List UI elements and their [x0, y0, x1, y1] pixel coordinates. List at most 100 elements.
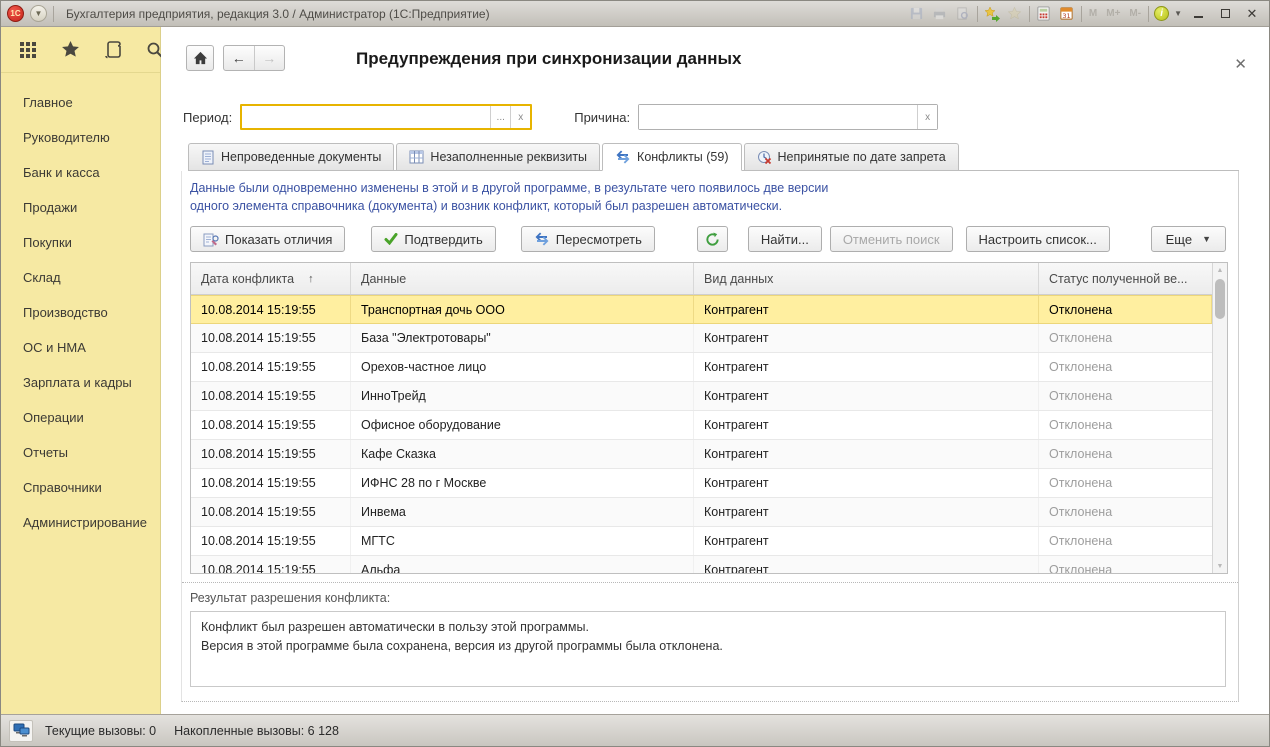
button-label: Найти... — [761, 232, 809, 247]
cell-status: Отклонена — [1039, 440, 1212, 468]
more-button[interactable]: Еще ▼ — [1151, 226, 1226, 252]
table-row[interactable]: 10.08.2014 15:19:55Офисное оборудованиеК… — [191, 411, 1212, 440]
sidebar-item-pokupki[interactable]: Покупки — [1, 225, 160, 260]
system-menu-button[interactable]: ▼ — [30, 5, 47, 22]
go-to-favorites-icon[interactable] — [983, 5, 1001, 23]
window-title: Бухгалтерия предприятия, редакция 3.0 / … — [66, 7, 490, 21]
tab-konflikty[interactable]: Конфликты (59) — [602, 143, 741, 171]
maximize-button[interactable] — [1214, 5, 1236, 23]
review-button[interactable]: Пересмотреть — [521, 226, 655, 252]
form-close-icon[interactable]: ✕ — [1234, 55, 1247, 73]
calculator-icon[interactable] — [1035, 5, 1053, 23]
table-row[interactable]: 10.08.2014 15:19:55Транспортная дочь ООО… — [191, 295, 1212, 324]
sidebar: ГлавноеРуководителюБанк и кассаПродажиПо… — [1, 27, 161, 714]
home-button[interactable] — [186, 45, 214, 71]
table-row[interactable]: 10.08.2014 15:19:55Орехов-частное лицоКо… — [191, 353, 1212, 382]
table-scrollbar[interactable]: ▲ ▼ — [1212, 263, 1227, 573]
sidebar-item-otchety[interactable]: Отчеты — [1, 435, 160, 470]
content-area: ← → Предупреждения при синхронизации дан… — [161, 27, 1269, 714]
sidebar-item-glavnoe[interactable]: Главное — [1, 85, 160, 120]
conflicts-panel: Данные были одновременно изменены в этой… — [181, 171, 1239, 702]
column-header-status[interactable]: Статус полученной ве... — [1039, 263, 1212, 294]
button-label: Еще — [1166, 232, 1192, 247]
scroll-down-icon[interactable]: ▼ — [1213, 559, 1227, 573]
sidebar-item-zarplata-i-kadry[interactable]: Зарплата и кадры — [1, 365, 160, 400]
print-preview-icon — [954, 5, 972, 23]
tab-label: Конфликты (59) — [637, 150, 728, 164]
confirm-button[interactable]: Подтвердить — [371, 226, 495, 252]
conflict-icon — [615, 150, 631, 164]
menu-grid-icon[interactable] — [19, 40, 37, 60]
sidebar-item-prodazhi[interactable]: Продажи — [1, 190, 160, 225]
button-label: Отменить поиск — [843, 232, 940, 247]
1c-logo-icon: 1С — [7, 5, 24, 22]
back-button[interactable]: ← — [224, 46, 255, 70]
diff-icon — [203, 232, 219, 247]
current-calls-text: Текущие вызовы: 0 — [45, 724, 156, 738]
cell-date: 10.08.2014 15:19:55 — [191, 440, 351, 468]
table-row[interactable]: 10.08.2014 15:19:55МГТСКонтрагентОтклоне… — [191, 527, 1212, 556]
favorites-star-icon[interactable] — [61, 40, 80, 60]
period-picker-button[interactable]: ... — [490, 106, 510, 128]
cell-kind: Контрагент — [694, 440, 1039, 468]
show-differences-button[interactable]: Показать отличия — [190, 226, 345, 252]
accumulated-calls-text: Накопленные вызовы: 6 128 — [174, 724, 339, 738]
history-icon[interactable] — [104, 40, 122, 60]
scroll-up-icon[interactable]: ▲ — [1213, 263, 1227, 277]
tab-neprovedennye-dokumenty[interactable]: Непроведенные документы — [188, 143, 394, 170]
table-row[interactable]: 10.08.2014 15:19:55База "Электротовары"К… — [191, 324, 1212, 353]
reason-clear-button[interactable]: x — [917, 105, 937, 129]
splitter[interactable] — [182, 582, 1238, 583]
result-text-box: Конфликт был разрешен автоматически в по… — [190, 611, 1226, 687]
memory-plus-button: M+ — [1104, 5, 1122, 23]
table-header: Дата конфликта ↑ Данные Вид данных Стату… — [191, 263, 1212, 295]
sidebar-item-sklad[interactable]: Склад — [1, 260, 160, 295]
sidebar-item-rukovoditelyu[interactable]: Руководителю — [1, 120, 160, 155]
tab-neprinyatye-po-date-zapreta[interactable]: Непринятые по дате запрета — [744, 143, 959, 170]
tab-nezapolnennye-rekvizity[interactable]: Незаполненные реквизиты — [396, 143, 600, 170]
refresh-button[interactable] — [697, 226, 728, 252]
table-row[interactable]: 10.08.2014 15:19:55ИФНС 28 по г МосквеКо… — [191, 469, 1212, 498]
table-row[interactable]: 10.08.2014 15:19:55Кафе СказкаКонтрагент… — [191, 440, 1212, 469]
scrollbar-thumb[interactable] — [1215, 279, 1225, 319]
conflicts-table: Дата конфликта ↑ Данные Вид данных Стату… — [190, 262, 1228, 574]
sidebar-item-spravochniki[interactable]: Справочники — [1, 470, 160, 505]
table-row[interactable]: 10.08.2014 15:19:55ИнвемаКонтрагентОткло… — [191, 498, 1212, 527]
find-button[interactable]: Найти... — [748, 226, 822, 252]
minimize-button[interactable] — [1187, 5, 1209, 23]
memory-recall-button: M — [1087, 5, 1099, 23]
cancel-search-button: Отменить поиск — [830, 226, 953, 252]
reason-input[interactable] — [639, 105, 917, 129]
conflict-table-body: 10.08.2014 15:19:55Транспортная дочь ООО… — [191, 295, 1212, 574]
cell-kind: Контрагент — [694, 411, 1039, 439]
close-window-button[interactable]: ✕ — [1241, 5, 1263, 23]
column-header-date[interactable]: Дата конфликта ↑ — [191, 263, 351, 294]
period-clear-button[interactable]: x — [510, 106, 530, 128]
check-icon — [384, 233, 398, 245]
period-field-wrapper: ... x — [240, 104, 532, 130]
svg-text:31: 31 — [1063, 12, 1071, 20]
cell-date: 10.08.2014 15:19:55 — [191, 527, 351, 555]
column-header-data[interactable]: Данные — [351, 263, 694, 294]
titlebar-separator — [977, 6, 978, 22]
chevron-down-icon: ▼ — [1202, 234, 1211, 244]
configure-list-button[interactable]: Настроить список... — [966, 226, 1110, 252]
info-dropdown-icon[interactable]: ▼ — [1174, 9, 1182, 18]
cell-kind: Контрагент — [694, 469, 1039, 497]
period-input[interactable] — [242, 106, 490, 128]
info-icon[interactable]: i — [1154, 6, 1169, 21]
calendar-icon[interactable]: 31 — [1058, 5, 1076, 23]
button-label: Подтвердить — [404, 232, 482, 247]
column-header-kind[interactable]: Вид данных — [694, 263, 1039, 294]
sidebar-item-administrirovanie[interactable]: Администрирование — [1, 505, 160, 540]
cell-date: 10.08.2014 15:19:55 — [191, 498, 351, 526]
sidebar-item-os-i-nma[interactable]: ОС и НМА — [1, 330, 160, 365]
sidebar-item-proizvodstvo[interactable]: Производство — [1, 295, 160, 330]
cell-data: Офисное оборудование — [351, 411, 694, 439]
filter-row: Период: ... x Причина: x — [183, 104, 938, 130]
table-row[interactable]: 10.08.2014 15:19:55ИнноТрейдКонтрагентОт… — [191, 382, 1212, 411]
sidebar-item-operatsii[interactable]: Операции — [1, 400, 160, 435]
sidebar-item-bank-i-kassa[interactable]: Банк и касса — [1, 155, 160, 190]
forward-button[interactable]: → — [255, 46, 285, 70]
table-row[interactable]: 10.08.2014 15:19:55АльфаКонтрагентОтклон… — [191, 556, 1212, 574]
